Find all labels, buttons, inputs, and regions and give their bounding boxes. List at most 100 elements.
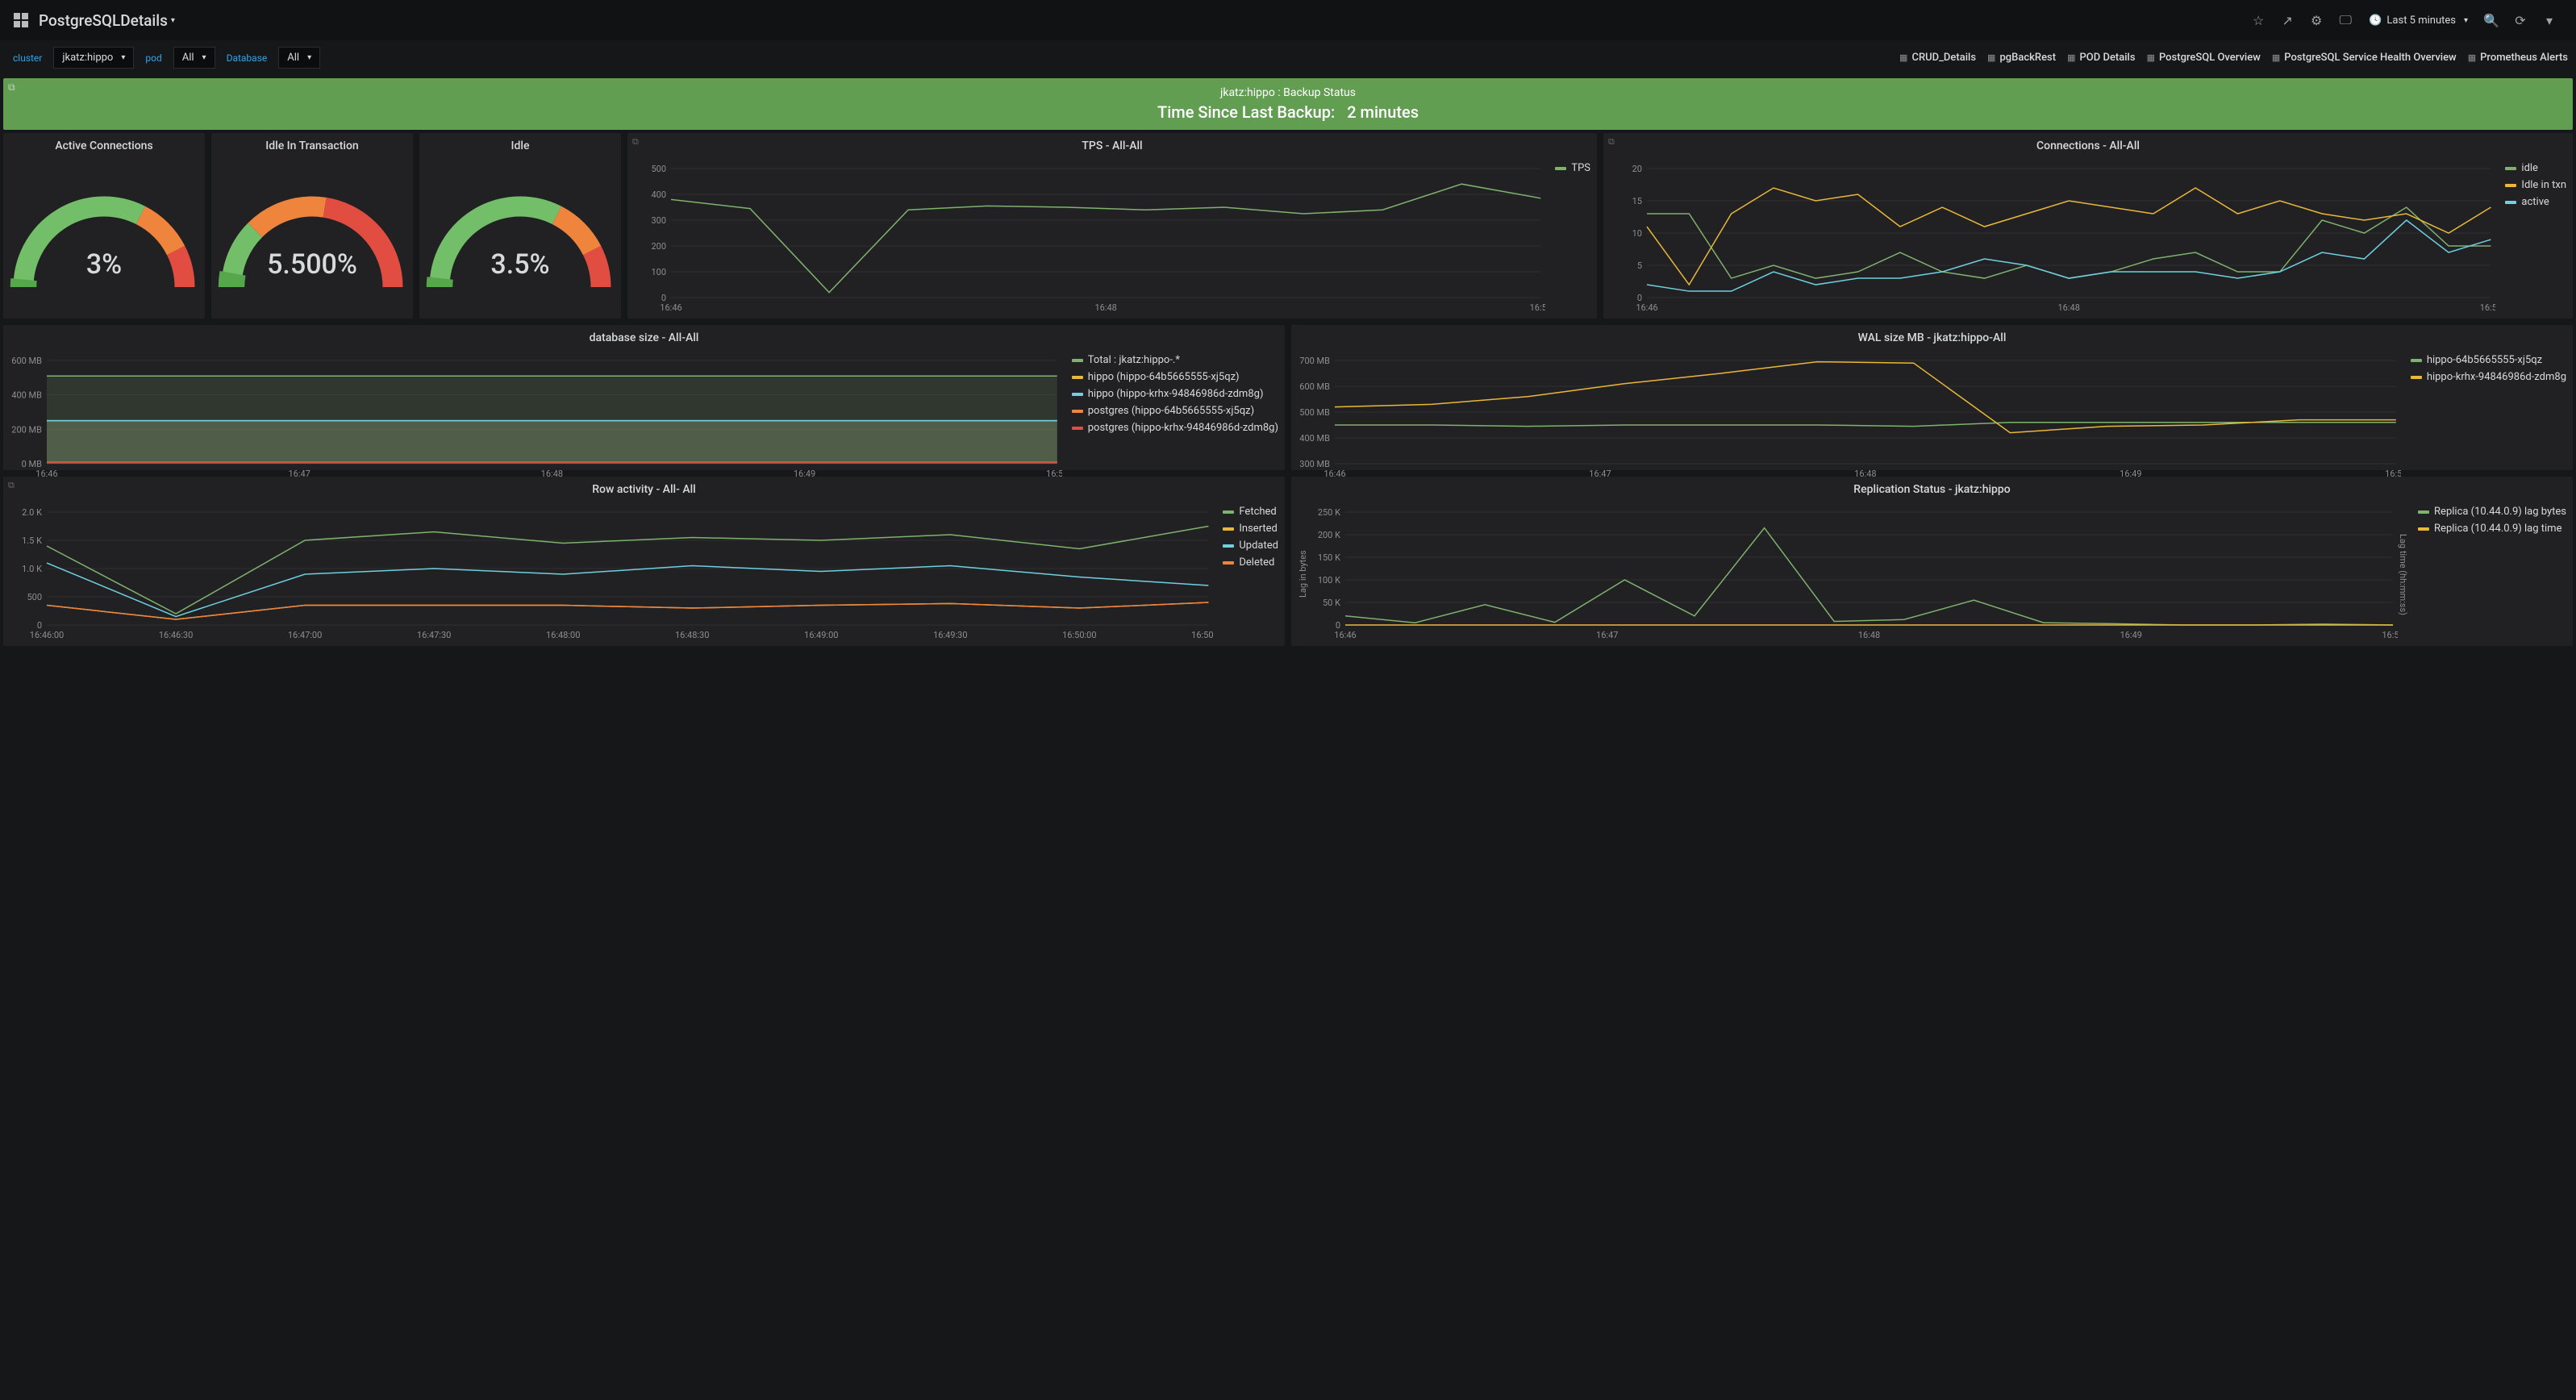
legend-item[interactable]: Inserted	[1223, 523, 1278, 535]
popout-icon[interactable]: ⧉	[8, 81, 15, 94]
legend-item[interactable]: hippo-krhx-94846986d-zdm8g	[2411, 371, 2566, 383]
svg-text:100: 100	[651, 267, 666, 277]
svg-text:500 MB: 500 MB	[1299, 407, 1330, 418]
legend-item[interactable]: Idle in txn	[2505, 179, 2566, 191]
svg-text:16:50:00: 16:50:00	[1062, 630, 1096, 640]
nav-link[interactable]: PostgreSQL Service Health Overview	[2272, 52, 2457, 64]
refresh-interval-dropdown[interactable]: ▾	[2536, 6, 2563, 34]
legend-swatch	[1223, 527, 1234, 531]
var-select-cluster[interactable]: jkatz:hippo▾	[53, 47, 134, 69]
panel-title: Active Connections	[3, 133, 205, 159]
svg-text:400 MB: 400 MB	[1299, 433, 1330, 444]
refresh-icon[interactable]: ⟳	[2507, 6, 2534, 34]
svg-text:16:47:00: 16:47:00	[288, 630, 322, 640]
legend-swatch	[2418, 527, 2429, 531]
legend-item[interactable]: Replica (10.44.0.9) lag bytes	[2418, 506, 2566, 518]
variable-row: cluster jkatz:hippo▾ pod All▾ Database A…	[0, 40, 2576, 75]
svg-text:16:50:30: 16:50:30	[1191, 630, 1213, 640]
svg-text:150 K: 150 K	[1318, 552, 1340, 563]
popout-icon[interactable]: ⧉	[1608, 136, 1615, 148]
panel-idle-in-transaction: Idle In Transaction 5.500%	[211, 133, 413, 319]
legend-swatch	[1223, 561, 1234, 565]
time-range-picker[interactable]: 🕓 Last 5 minutes ▾	[2361, 6, 2476, 34]
chart-dbsize: 0 MB200 MB400 MB600 MB16:4616:4716:4816:…	[10, 354, 1062, 481]
var-label-database: Database	[222, 52, 273, 64]
svg-text:400 MB: 400 MB	[11, 390, 42, 401]
panel-replication-status: Replication Status - jkatz:hippo Lag in …	[1291, 477, 2573, 646]
legend-item[interactable]: Total : jkatz:hippo-.*	[1072, 354, 1278, 366]
backup-status-banner: ⧉ jkatz:hippo : Backup Status Time Since…	[3, 78, 2573, 130]
panel-database-size: database size - All-All 0 MB200 MB400 MB…	[3, 325, 1285, 470]
legend-item[interactable]: Deleted	[1223, 556, 1278, 569]
legend-item[interactable]: Updated	[1223, 540, 1278, 552]
legend-connections: idle Idle in txn active	[2495, 162, 2566, 315]
legend-swatch	[1072, 359, 1083, 362]
gear-icon[interactable]: ⚙	[2303, 6, 2330, 34]
nav-link[interactable]: POD Details	[2067, 52, 2135, 64]
monitor-icon[interactable]: 🖵	[2332, 6, 2359, 34]
svg-text:1.0 K: 1.0 K	[22, 564, 42, 574]
legend-swatch	[1223, 510, 1234, 514]
var-select-database[interactable]: All▾	[278, 47, 320, 69]
star-icon[interactable]: ☆	[2245, 6, 2272, 34]
svg-text:16:46: 16:46	[1334, 630, 1356, 640]
var-select-pod[interactable]: All▾	[173, 47, 215, 69]
chart-wal: 300 MB400 MB500 MB600 MB700 MB16:4616:47…	[1298, 354, 2401, 481]
svg-text:600 MB: 600 MB	[1299, 381, 1330, 392]
panel-title: Idle	[419, 133, 621, 159]
nav-link[interactable]: Prometheus Alerts	[2468, 52, 2568, 64]
svg-text:500: 500	[651, 164, 666, 174]
svg-text:16:48:00: 16:48:00	[546, 630, 580, 640]
top-bar: PostgreSQLDetails ▾ ☆ ↗ ⚙ 🖵 🕓 Last 5 min…	[0, 0, 2576, 40]
panel-idle: Idle 3.5%	[419, 133, 621, 319]
legend-swatch	[1072, 393, 1083, 396]
svg-text:600 MB: 600 MB	[11, 356, 42, 366]
svg-text:16:46: 16:46	[660, 302, 682, 313]
popout-icon[interactable]: ⧉	[8, 480, 15, 491]
svg-text:16:47:30: 16:47:30	[417, 630, 451, 640]
svg-text:50 K: 50 K	[1323, 598, 1340, 608]
gauge-value: 3%	[86, 248, 122, 281]
chart-rows: 05001.0 K1.5 K2.0 K16:46:0016:46:3016:47…	[10, 506, 1213, 643]
legend-item[interactable]: hippo (hippo-krhx-94846986d-zdm8g)	[1072, 388, 1278, 400]
panel-active-connections: Active Connections 3%	[3, 133, 205, 319]
zoom-out-icon[interactable]: 🔍	[2478, 6, 2505, 34]
legend-item[interactable]: hippo-64b5665555-xj5qz	[2411, 354, 2566, 366]
nav-link[interactable]: CRUD_Details	[1899, 52, 1976, 64]
panel-title: TPS - All-All	[627, 133, 1597, 159]
panel-tps: ⧉ TPS - All-All 010020030040050016:4616:…	[627, 133, 1597, 319]
legend-item[interactable]: Replica (10.44.0.9) lag time	[2418, 523, 2566, 535]
legend-item[interactable]: postgres (hippo-64b5665555-xj5qz)	[1072, 405, 1278, 417]
dashboard-title[interactable]: PostgreSQLDetails ▾	[39, 11, 175, 30]
nav-link[interactable]: PostgreSQL Overview	[2147, 52, 2261, 64]
legend-item[interactable]: active	[2505, 196, 2566, 208]
svg-text:700 MB: 700 MB	[1299, 356, 1330, 366]
svg-text:300: 300	[651, 215, 666, 226]
var-label-cluster: cluster	[8, 52, 47, 64]
legend-item[interactable]: postgres (hippo-krhx-94846986d-zdm8g)	[1072, 422, 1278, 434]
share-icon[interactable]: ↗	[2274, 6, 2301, 34]
legend-item[interactable]: hippo (hippo-64b5665555-xj5qz)	[1072, 371, 1278, 383]
gauge-active	[3, 159, 205, 319]
legend-item[interactable]: Fetched	[1223, 506, 1278, 518]
chart-replication: 050 K100 K150 K200 K250 K16:4616:4716:48…	[1308, 506, 2398, 643]
dashboard-grid-icon[interactable]	[13, 12, 29, 28]
panel-connections: ⧉ Connections - All-All 0510152016:4616:…	[1603, 133, 2573, 319]
panel-title: Row activity - All- All	[3, 477, 1285, 502]
svg-text:16:50: 16:50	[1530, 302, 1546, 313]
svg-text:5: 5	[1637, 260, 1642, 271]
legend-item[interactable]: idle	[2505, 162, 2566, 174]
legend-swatch	[2411, 359, 2422, 362]
svg-text:16:46:00: 16:46:00	[30, 630, 64, 640]
legend-dbsize: Total : jkatz:hippo-.* hippo (hippo-64b56…	[1062, 354, 1278, 481]
time-range-label: Last 5 minutes	[2386, 15, 2456, 27]
svg-text:400: 400	[651, 190, 666, 200]
nav-link[interactable]: pgBackRest	[1987, 52, 2056, 64]
svg-text:16:48: 16:48	[2058, 302, 2080, 313]
legend-item[interactable]: TPS	[1555, 162, 1590, 174]
panel-title: Connections - All-All	[1603, 133, 2573, 159]
clock-icon: 🕓	[2369, 15, 2382, 27]
popout-icon[interactable]: ⧉	[632, 136, 639, 148]
chart-tps: 010020030040050016:4616:4816:50	[634, 162, 1545, 315]
gauge-value: 3.5%	[490, 248, 549, 281]
